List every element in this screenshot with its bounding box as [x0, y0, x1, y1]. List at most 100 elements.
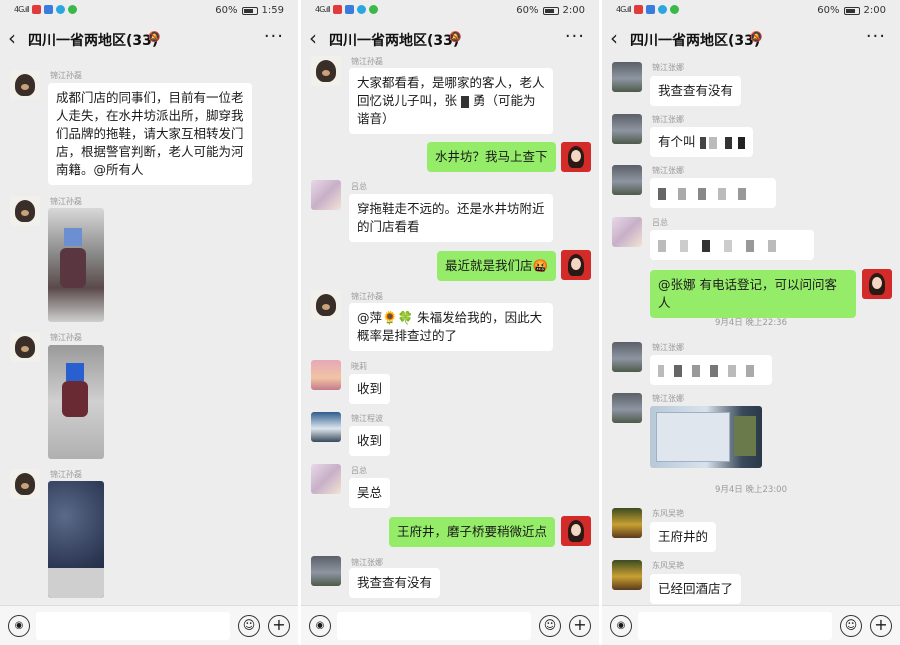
- sender-name: 锦江孙磊: [351, 292, 383, 301]
- message-input[interactable]: [337, 612, 531, 640]
- photo-message[interactable]: [48, 481, 104, 598]
- battery-icon: [241, 6, 258, 15]
- sender-name: 晓莉: [351, 362, 367, 371]
- mute-bell-icon: 🔕: [449, 32, 462, 43]
- message-bubble[interactable]: [650, 230, 814, 260]
- my-avatar[interactable]: [561, 250, 591, 280]
- avatar[interactable]: [10, 196, 40, 226]
- avatar[interactable]: [311, 556, 341, 586]
- sender-name: 锦江张娜: [652, 115, 684, 124]
- avatar[interactable]: [311, 464, 341, 494]
- message-input[interactable]: [638, 612, 832, 640]
- chat-header: ‹ 四川一省两地区(33) 🔕 ···: [301, 22, 599, 56]
- message-bubble[interactable]: 穿拖鞋走不远的。还是水井坊附近的门店看看: [349, 194, 553, 242]
- message-bubble[interactable]: [650, 178, 776, 208]
- plus-icon[interactable]: +: [268, 615, 290, 637]
- status-bar: 4G.ıll 60% 2:00: [301, 0, 599, 22]
- avatar[interactable]: [612, 217, 642, 247]
- redacted-text: [745, 364, 754, 377]
- voice-input-icon[interactable]: ◉: [8, 615, 30, 637]
- message-bubble[interactable]: 已经回酒店了: [650, 574, 742, 604]
- redacted-text: [673, 364, 682, 377]
- avatar[interactable]: [612, 342, 642, 372]
- avatar[interactable]: [311, 180, 341, 210]
- message-bubble[interactable]: 收到: [349, 426, 391, 456]
- avatar[interactable]: [10, 332, 40, 362]
- avatar[interactable]: [612, 165, 642, 195]
- signal-icon: 4G.ıll: [616, 5, 631, 14]
- avatar[interactable]: [612, 508, 642, 538]
- avatar[interactable]: [10, 469, 40, 499]
- photo-message[interactable]: [48, 208, 104, 322]
- sender-name: 锦江程波: [351, 414, 383, 423]
- plus-icon[interactable]: +: [870, 615, 892, 637]
- my-avatar[interactable]: [862, 269, 892, 299]
- floor: [48, 568, 104, 598]
- avatar[interactable]: [10, 70, 40, 100]
- battery-icon: [843, 6, 860, 15]
- avatar[interactable]: [612, 114, 642, 144]
- clock: 2:00: [562, 5, 585, 16]
- message-bubble[interactable]: 成都门店的同事们，目前有一位老人走失，在水井坊派出所，脚穿我们品牌的拖鞋，请大家…: [48, 83, 252, 185]
- message-input[interactable]: [36, 612, 230, 640]
- message-bubble[interactable]: 吴总: [349, 478, 391, 508]
- plus-icon[interactable]: +: [569, 615, 591, 637]
- voice-input-icon[interactable]: ◉: [610, 615, 632, 637]
- avatar[interactable]: [612, 62, 642, 92]
- avatar[interactable]: [311, 412, 341, 442]
- my-message-bubble[interactable]: 水井坊？我马上查下: [427, 142, 556, 172]
- more-options-icon[interactable]: ···: [264, 26, 284, 47]
- message-bubble[interactable]: @萍🌻🍀 朱福发给我的，因此大概率是排查过的了: [349, 303, 553, 351]
- mute-bell-icon: 🔕: [148, 32, 161, 43]
- chat-header: ‹ 四川一省两地区(33) 🔕 ···: [0, 22, 298, 56]
- my-avatar[interactable]: [561, 516, 591, 546]
- message-bubble[interactable]: 王府井的: [650, 522, 717, 552]
- back-arrow-icon[interactable]: ‹: [309, 26, 317, 50]
- app-notification-icon: [43, 5, 53, 14]
- photo-message[interactable]: [48, 345, 104, 459]
- avatar[interactable]: [612, 560, 642, 590]
- my-message-bubble[interactable]: @张娜 有电话登记，可以问问客人: [650, 270, 856, 318]
- timestamp: 9月4日 晚上22:36: [714, 318, 787, 328]
- more-options-icon[interactable]: ···: [565, 26, 585, 47]
- photo-message[interactable]: [650, 406, 762, 468]
- battery-text: 60%: [215, 5, 238, 16]
- message-bubble[interactable]: [650, 355, 772, 385]
- back-arrow-icon[interactable]: ‹: [610, 26, 618, 50]
- message-bubble[interactable]: 我查查有没有: [650, 76, 742, 106]
- person-figure: [62, 381, 88, 417]
- my-message-bubble[interactable]: 最近就是我们店🤬: [437, 251, 557, 281]
- redacted-text: [677, 187, 686, 200]
- chat-panel-3: 4G.ıll 60% 2:00 ‹ 四川一省两地区(33) 🔕 ··· 锦江张娜…: [602, 0, 900, 645]
- redacted-text: [717, 187, 726, 200]
- emoji-icon[interactable]: ☺: [840, 615, 862, 637]
- app-notification-icon: [633, 5, 643, 14]
- avatar[interactable]: [311, 290, 341, 320]
- avatar[interactable]: [311, 360, 341, 390]
- timestamp: 9月4日 晚上23:00: [714, 485, 787, 495]
- my-avatar[interactable]: [561, 142, 591, 172]
- redacted-text: [658, 187, 666, 200]
- redacted-text: [699, 136, 706, 149]
- avatar[interactable]: [311, 56, 341, 86]
- signal-icon: 4G.ıll: [315, 5, 330, 14]
- status-bar: 4G.ıll 60% 1:59: [0, 0, 298, 22]
- sender-name: 锦江孙磊: [50, 197, 82, 206]
- back-arrow-icon[interactable]: ‹: [8, 26, 16, 50]
- app-notification-icon: [645, 5, 655, 14]
- battery-icon: [542, 6, 559, 15]
- avatar[interactable]: [612, 393, 642, 423]
- message-bubble[interactable]: 收到: [349, 374, 391, 404]
- message-bubble[interactable]: 有个叫: [650, 127, 754, 157]
- voice-input-icon[interactable]: ◉: [309, 615, 331, 637]
- sender-name: 锦江张娜: [652, 166, 684, 175]
- blurred-face: [64, 228, 82, 246]
- my-message-bubble[interactable]: 王府井，磨子桥要稍微近点: [389, 517, 556, 547]
- app-notification-icon: [67, 5, 77, 14]
- more-options-icon[interactable]: ···: [866, 26, 886, 47]
- redacted-text: [658, 364, 664, 377]
- emoji-icon[interactable]: ☺: [238, 615, 260, 637]
- message-bubble[interactable]: 我查查有没有: [349, 568, 441, 598]
- message-bubble[interactable]: 大家都看看，是哪家的客人，老人回忆说儿子叫，张 勇（可能为谐音）: [349, 68, 553, 134]
- emoji-icon[interactable]: ☺: [539, 615, 561, 637]
